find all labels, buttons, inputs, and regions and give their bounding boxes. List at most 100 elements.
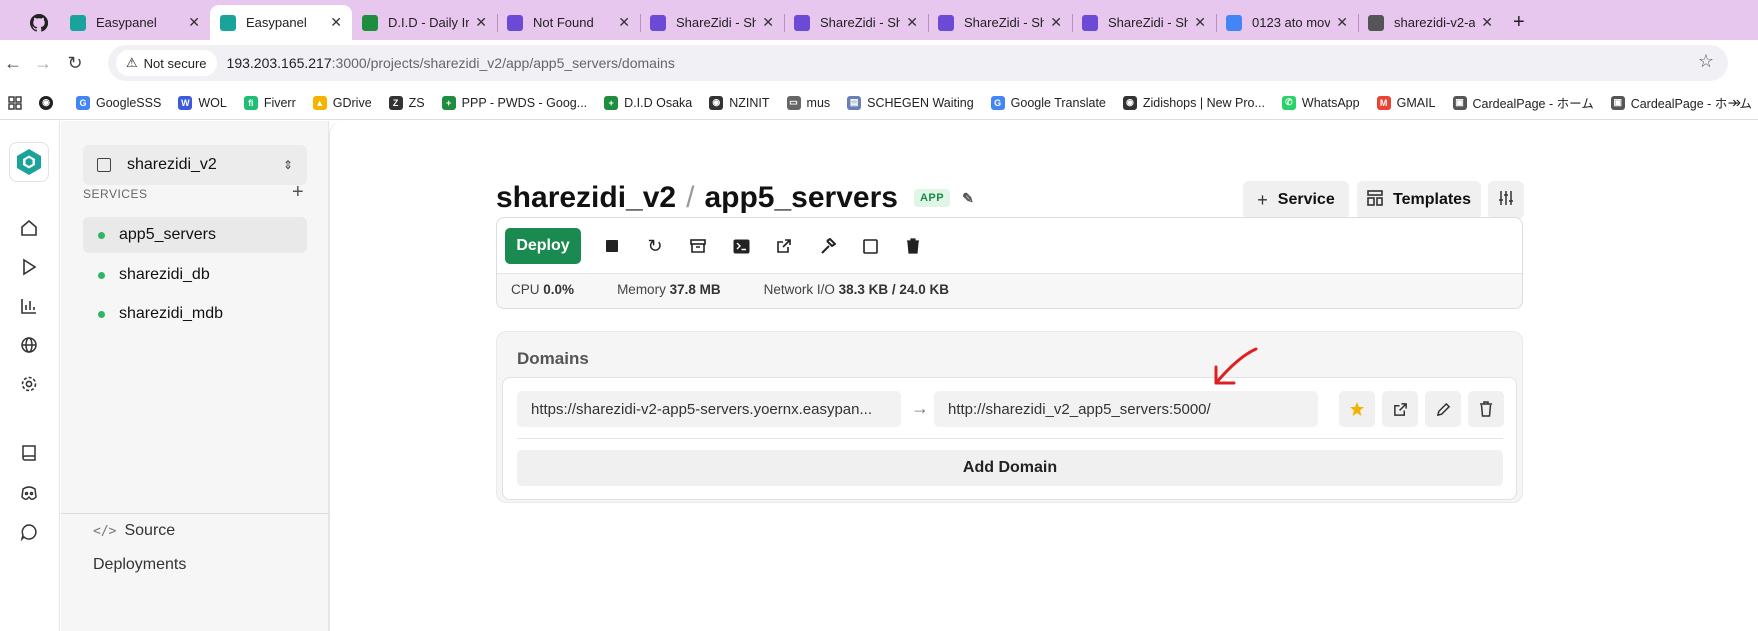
memory-value: 37.8 MB xyxy=(669,282,721,297)
bookmark-item[interactable]: ▤ SCHEGEN Waiting xyxy=(847,95,974,110)
bookmark-item[interactable]: ◉ Zidishops | New Pro... xyxy=(1122,95,1265,110)
play-icon[interactable] xyxy=(18,256,40,278)
close-icon[interactable]: ✕ xyxy=(188,14,200,31)
templates-button[interactable]: Templates xyxy=(1357,181,1481,219)
browser-tab[interactable]: ShareZidi - Share ✕ xyxy=(928,5,1072,40)
globe-icon[interactable] xyxy=(18,334,40,356)
book-icon[interactable] xyxy=(18,442,40,464)
browser-tab[interactable]: 0123 ato movers ✕ xyxy=(1216,5,1358,40)
bookmark-item[interactable]: M GMAIL xyxy=(1376,95,1436,110)
bookmark-icon: G xyxy=(990,95,1005,110)
close-icon[interactable]: ✕ xyxy=(1481,14,1493,31)
bookmark-label: ZS xyxy=(408,95,425,110)
sidebar-item-service[interactable]: sharezidi_db xyxy=(83,257,307,293)
browser-tab[interactable]: ShareZidi - Share ✕ xyxy=(640,5,784,40)
delete-domain-button[interactable] xyxy=(1468,391,1504,427)
discord-icon[interactable] xyxy=(18,482,40,504)
bookmark-icon: ✆ xyxy=(1281,95,1296,110)
add-service-plus-icon[interactable]: + xyxy=(292,181,304,204)
pencil-icon[interactable]: ✎ xyxy=(962,190,974,207)
bookmark-item[interactable]: Z ZS xyxy=(388,95,425,110)
bookmark-item[interactable]: G GoogleSSS xyxy=(76,95,161,110)
archive-icon[interactable] xyxy=(687,235,709,257)
add-service-button[interactable]: + Service xyxy=(1243,181,1349,219)
bookmark-label: mus xyxy=(806,95,831,110)
settings-button[interactable] xyxy=(1488,181,1524,219)
bookmark-label: WhatsApp xyxy=(1301,95,1360,110)
bookmark-item[interactable]: + PPP - PWDS - Goog... xyxy=(441,95,587,110)
main-content: sharezidi_v2 / app5_servers APP ✎ + Serv… xyxy=(329,121,1758,631)
browser-tab[interactable]: sharezidi-v2-app ✕ xyxy=(1358,5,1503,40)
easypanel-logo[interactable] xyxy=(9,142,49,182)
services-header: SERVICES xyxy=(83,187,148,201)
bookmark-icon: ◉ xyxy=(1122,95,1137,110)
add-domain-button[interactable]: Add Domain xyxy=(517,450,1503,486)
globe-bookmark-icon[interactable]: ◉ xyxy=(39,95,59,110)
new-tab-button[interactable]: + xyxy=(1503,5,1535,40)
restart-icon[interactable]: ↻ xyxy=(644,235,666,257)
bookmark-item[interactable]: ▭ mus xyxy=(786,95,831,110)
bookmark-item[interactable]: G Google Translate xyxy=(990,95,1106,110)
chart-icon[interactable] xyxy=(18,295,40,317)
close-icon[interactable]: ✕ xyxy=(1194,14,1206,31)
close-icon[interactable]: ✕ xyxy=(1050,14,1062,31)
reload-button[interactable]: ↻ xyxy=(62,50,88,76)
bookmark-item[interactable]: ▣ CardealPage - ホーム xyxy=(1452,93,1594,112)
sidebar-item-service[interactable]: app5_servers xyxy=(83,217,307,253)
terminal-icon[interactable] xyxy=(730,235,752,257)
close-icon[interactable]: ✕ xyxy=(330,14,342,31)
sidebar-item-service[interactable]: sharezidi_mdb xyxy=(83,296,307,332)
close-icon[interactable]: ✕ xyxy=(475,14,487,31)
gear-icon[interactable] xyxy=(18,373,40,395)
address-bar: ← → ↻ ⚠ Not secure 193.203.165.217:3000/… xyxy=(0,40,1758,86)
github-pinned-tab[interactable] xyxy=(30,5,58,40)
tab-favicon-icon xyxy=(794,14,810,31)
back-button[interactable]: ← xyxy=(0,50,26,76)
url-input[interactable]: ⚠ Not secure 193.203.165.217:3000/projec… xyxy=(108,45,1728,81)
primary-domain-button[interactable] xyxy=(1339,391,1375,427)
square-icon[interactable] xyxy=(859,235,881,257)
project-icon xyxy=(97,158,111,172)
nav-source[interactable]: </> Source xyxy=(93,522,175,540)
tab-favicon-icon xyxy=(362,14,378,31)
cpu-stat: CPU 0.0% xyxy=(511,282,574,297)
browser-tab[interactable]: Not Found ✕ xyxy=(497,5,640,40)
close-icon[interactable]: ✕ xyxy=(618,14,630,31)
title-project[interactable]: sharezidi_v2 xyxy=(496,181,676,215)
close-icon[interactable]: ✕ xyxy=(1336,14,1348,31)
stop-icon[interactable] xyxy=(601,235,623,257)
open-domain-button[interactable] xyxy=(1382,391,1418,427)
bookmark-item[interactable]: ▲ GDrive xyxy=(312,95,372,110)
bookmark-star-icon[interactable]: ☆ xyxy=(1698,51,1714,72)
edit-domain-button[interactable] xyxy=(1425,391,1461,427)
external-link-icon[interactable] xyxy=(773,235,795,257)
nav-deployments[interactable]: Deployments xyxy=(93,556,186,574)
forward-button[interactable]: → xyxy=(30,50,56,76)
deploy-button[interactable]: Deploy xyxy=(505,228,581,264)
bookmark-item[interactable]: ✆ WhatsApp xyxy=(1281,95,1360,110)
browser-tab[interactable]: ShareZidi - Share ✕ xyxy=(1072,5,1216,40)
bookmark-item[interactable]: W WOL xyxy=(178,95,227,110)
browser-tab[interactable]: Easypanel ✕ xyxy=(210,5,352,40)
bookmark-item[interactable]: + D.I.D Osaka xyxy=(604,95,692,110)
bookmark-item[interactable]: fi Fiverr xyxy=(243,95,296,110)
close-icon[interactable]: ✕ xyxy=(906,14,918,31)
trash-icon[interactable] xyxy=(902,235,924,257)
security-chip[interactable]: ⚠ Not secure xyxy=(116,50,217,76)
bookmark-item[interactable]: ▣ CardealPage - ホーム xyxy=(1610,93,1752,112)
browser-tab[interactable]: ShareZidi - Share ✕ xyxy=(784,5,928,40)
browser-tab[interactable]: Easypanel ✕ xyxy=(60,5,210,40)
chat-icon[interactable] xyxy=(18,521,40,543)
status-dot xyxy=(98,310,105,318)
browser-tab[interactable]: D.I.D - Daily Insp ✕ xyxy=(352,5,497,40)
bookmarks-overflow-button[interactable]: » xyxy=(1732,94,1741,112)
hammer-icon[interactable] xyxy=(816,235,838,257)
project-selector[interactable]: sharezidi_v2 ⇕ xyxy=(83,145,307,185)
domain-host-field[interactable]: https://sharezidi-v2-app5-servers.yoernx… xyxy=(517,391,901,427)
home-icon[interactable] xyxy=(18,217,40,239)
close-icon[interactable]: ✕ xyxy=(762,14,774,31)
apps-grid-icon[interactable] xyxy=(8,95,22,110)
domain-target-field[interactable]: http://sharezidi_v2_app5_servers:5000/ xyxy=(934,391,1318,427)
bookmark-item[interactable]: ◉ NZINIT xyxy=(709,95,770,110)
bookmark-icon: fi xyxy=(243,95,258,110)
